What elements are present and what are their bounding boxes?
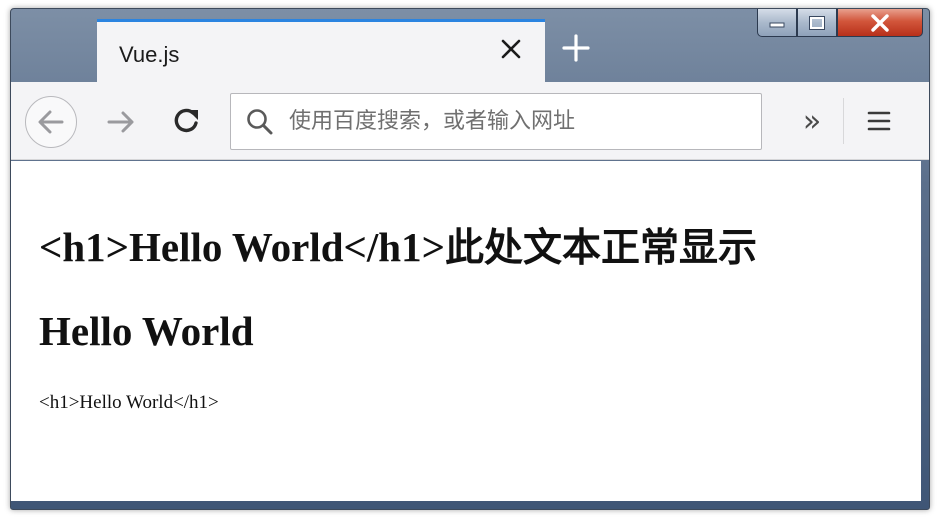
page-content: <h1>Hello World</h1>此处文本正常显示 Hello World… [11,161,921,501]
close-icon[interactable] [499,37,523,61]
heading-suffix: 此处文本正常显示 [444,226,757,271]
tab-title: Vue.js [119,42,180,67]
maximize-icon [809,15,825,30]
hamburger-menu-icon[interactable] [864,106,894,136]
address-bar[interactable] [230,93,762,150]
search-icon [245,107,275,137]
heading-raw-markup: <h1>Hello World</h1> [39,224,445,270]
overflow-label: » [802,103,822,139]
overflow-button[interactable]: » [783,92,841,150]
heading-escaped-html: <h1>Hello World</h1>此处文本正常显示 [39,217,757,273]
tab-vuejs[interactable]: Vue.js [97,19,545,82]
tab-strip: Vue.js [11,9,929,82]
minimize-button[interactable] [757,9,797,37]
address-input[interactable] [289,98,749,145]
plain-text-markup: <h1>Hello World</h1> [39,392,219,413]
arrow-right-icon[interactable] [106,107,136,137]
maximize-button[interactable] [797,9,837,37]
heading-rendered: Hello World [39,308,254,354]
plus-icon[interactable] [561,33,591,63]
toolbar-separator [843,98,844,144]
navigation-toolbar: » [11,82,929,160]
window-caption-buttons [757,9,923,43]
window-close-button[interactable] [837,9,923,37]
arrow-left-icon [38,110,64,134]
browser-window: Vue.js 使用百度搜索，或者输入网址 » <h1>Hello World</… [10,8,930,510]
close-icon [871,13,889,32]
back-button[interactable] [25,96,77,148]
minimize-icon [769,22,785,27]
reload-icon[interactable] [171,105,203,137]
